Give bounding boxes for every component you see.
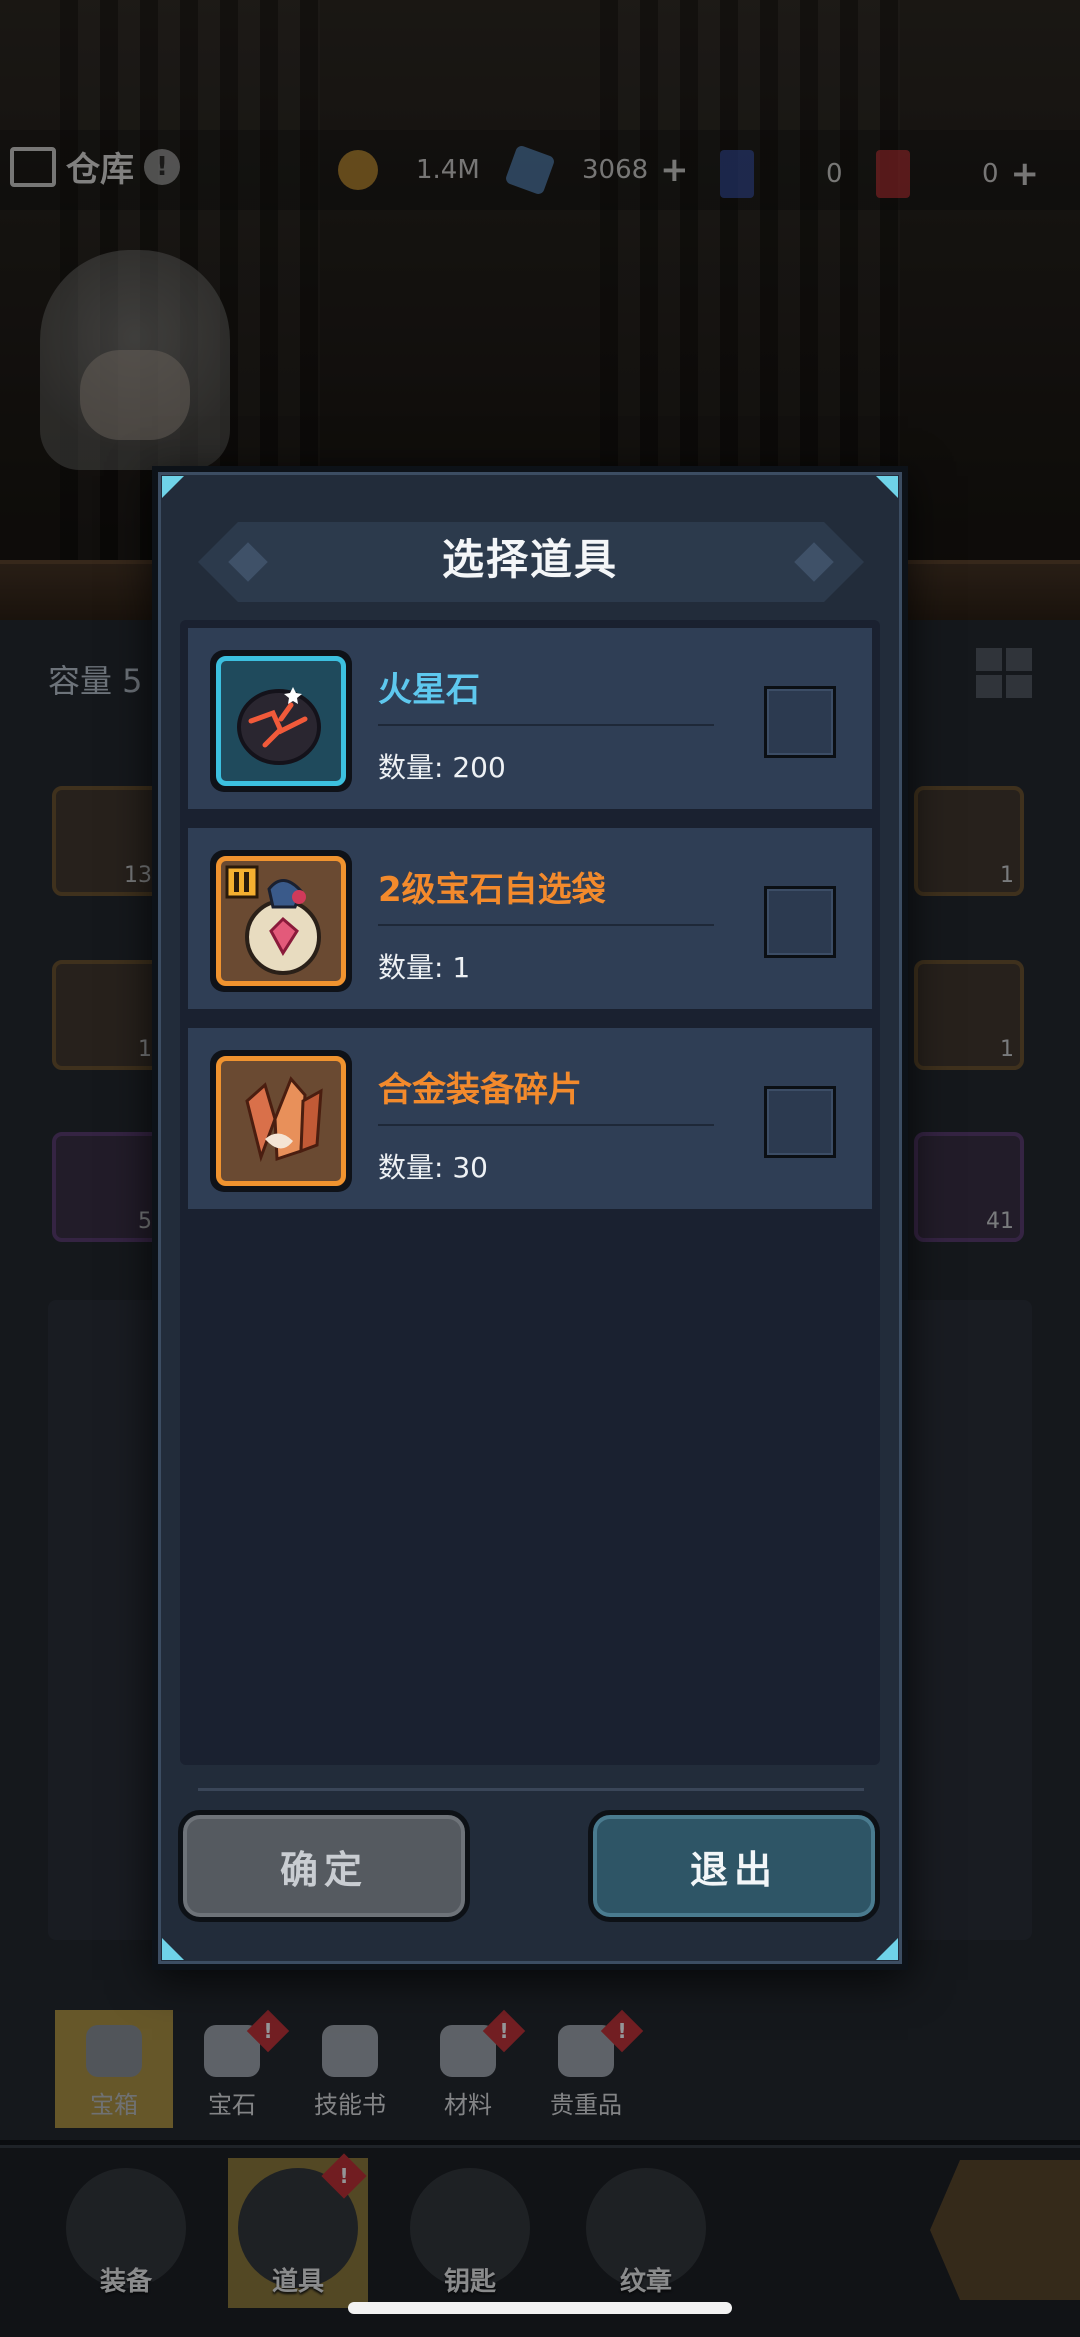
tab-label: 贵重品 xyxy=(550,2091,622,2119)
warehouse-label: 仓库 xyxy=(66,150,134,190)
slot-count: 1 xyxy=(138,1037,152,1062)
inventory-slot[interactable]: 1 xyxy=(52,960,162,1070)
alert-icon xyxy=(321,2153,367,2199)
blue-card-icon xyxy=(720,150,754,198)
resource-red-card: 0 + xyxy=(876,150,1039,198)
select-checkbox[interactable] xyxy=(764,1086,836,1158)
item-quantity: 数量: 200 xyxy=(378,751,506,784)
nav-label: 纹章 xyxy=(619,2267,672,2297)
corner-ornament xyxy=(876,1938,898,1960)
category-tabs: 宝箱 宝石 技能书 材料 贵重品 xyxy=(55,2009,645,2128)
chest-icon xyxy=(86,2025,142,2077)
add-crystal-button[interactable]: + xyxy=(660,150,689,190)
item-icon-frame xyxy=(210,650,352,792)
confirm-button[interactable]: 确定 xyxy=(178,1810,470,1922)
item-quantity: 数量: 1 xyxy=(378,951,471,984)
exit-button[interactable]: 退出 xyxy=(588,1810,880,1922)
select-checkbox[interactable] xyxy=(764,886,836,958)
slot-count: 1 xyxy=(1000,863,1014,888)
red-card-value: 0 xyxy=(982,159,999,189)
item-name: 合金装备碎片 xyxy=(378,1070,582,1110)
nav-emblem[interactable]: 纹章 xyxy=(576,2158,716,2308)
nav-equipment[interactable]: 装备 xyxy=(56,2158,196,2308)
tab-label: 宝箱 xyxy=(90,2091,138,2119)
alert-icon xyxy=(482,2009,526,2053)
inventory-slot[interactable]: 1 xyxy=(914,960,1024,1070)
list-item[interactable]: 火星石 数量: 200 xyxy=(188,628,872,814)
nav-label: 装备 xyxy=(99,2267,152,2297)
gold-coin-icon xyxy=(338,150,378,190)
capacity-label: 容量 5 xyxy=(48,662,143,700)
nav-keys[interactable]: 钥匙 xyxy=(400,2158,540,2308)
slot-count: 5 xyxy=(138,1209,152,1234)
dialog-title: 选择道具 xyxy=(441,535,618,584)
inventory-slot[interactable]: 13 xyxy=(52,786,162,896)
add-red-card-button[interactable]: + xyxy=(1011,154,1040,194)
list-item[interactable]: 2级宝石自选袋 数量: 1 xyxy=(188,828,872,1014)
inventory-slot[interactable]: 5 xyxy=(52,1132,162,1242)
item-list: 火星石 数量: 200 2级宝石自选袋 数量: 1 合金装备碎片 数量: 30 xyxy=(180,620,880,1765)
warehouse-icon xyxy=(10,146,56,187)
next-arrow-icon[interactable] xyxy=(930,2160,1080,2300)
nav-label: 钥匙 xyxy=(443,2267,496,2297)
fire-stone-icon xyxy=(216,656,346,786)
resource-crystal: 3068 + xyxy=(504,144,689,196)
divider xyxy=(378,924,714,926)
tab-chest[interactable]: 宝箱 xyxy=(55,2010,173,2128)
inventory-slot[interactable]: 1 xyxy=(914,786,1024,896)
alloy-shard-icon xyxy=(216,1056,346,1186)
tab-label: 材料 xyxy=(444,2091,492,2119)
corner-ornament xyxy=(162,476,184,498)
item-name: 2级宝石自选袋 xyxy=(378,870,606,910)
home-indicator[interactable] xyxy=(348,2302,732,2314)
list-item[interactable]: 合金装备碎片 数量: 30 xyxy=(188,1028,872,1214)
slot-count: 41 xyxy=(986,1209,1014,1234)
slot-count: 13 xyxy=(124,863,152,888)
tab-label: 宝石 xyxy=(208,2091,256,2119)
blue-card-value: 0 xyxy=(826,159,843,189)
select-checkbox[interactable] xyxy=(764,686,836,758)
tab-gem[interactable]: 宝石 xyxy=(173,2009,291,2128)
alert-icon xyxy=(246,2009,290,2053)
resource-blue-card: 0 xyxy=(720,150,843,198)
select-item-dialog: 选择道具 火星石 数量: 200 2级宝石自选袋 数量: 1 合金装备碎片 数量… xyxy=(152,466,908,1970)
tab-material[interactable]: 材料 xyxy=(409,2009,527,2128)
corner-ornament xyxy=(162,1938,184,1960)
gem-bag-icon xyxy=(216,856,346,986)
nav-label: 道具 xyxy=(271,2267,324,2297)
item-icon-frame xyxy=(210,850,352,992)
gold-value: 1.4M xyxy=(416,155,480,185)
crystal-value: 3068 xyxy=(582,155,649,185)
grid-view-icon[interactable] xyxy=(976,648,1032,698)
tab-valuables[interactable]: 贵重品 xyxy=(527,2009,645,2128)
slot-count: 1 xyxy=(1000,1037,1014,1062)
alert-icon xyxy=(600,2009,644,2053)
footer-divider xyxy=(198,1788,864,1791)
info-icon[interactable]: ! xyxy=(144,148,180,185)
warehouse-title: 仓库 ! xyxy=(10,142,180,191)
inventory-slot[interactable]: 41 xyxy=(914,1132,1024,1242)
nav-items[interactable]: 道具 xyxy=(228,2153,368,2308)
resource-gold: 1.4M xyxy=(338,150,480,190)
tab-skill-book[interactable]: 技能书 xyxy=(291,2010,409,2128)
item-name: 火星石 xyxy=(378,670,480,710)
item-icon-frame xyxy=(210,1050,352,1192)
item-quantity: 数量: 30 xyxy=(378,1151,488,1184)
blue-crystal-icon xyxy=(504,144,556,196)
red-card-icon xyxy=(876,150,910,198)
tab-label: 技能书 xyxy=(314,2091,386,2119)
book-icon xyxy=(322,2025,378,2077)
corner-ornament xyxy=(876,476,898,498)
divider xyxy=(378,1124,714,1126)
divider xyxy=(378,724,714,726)
